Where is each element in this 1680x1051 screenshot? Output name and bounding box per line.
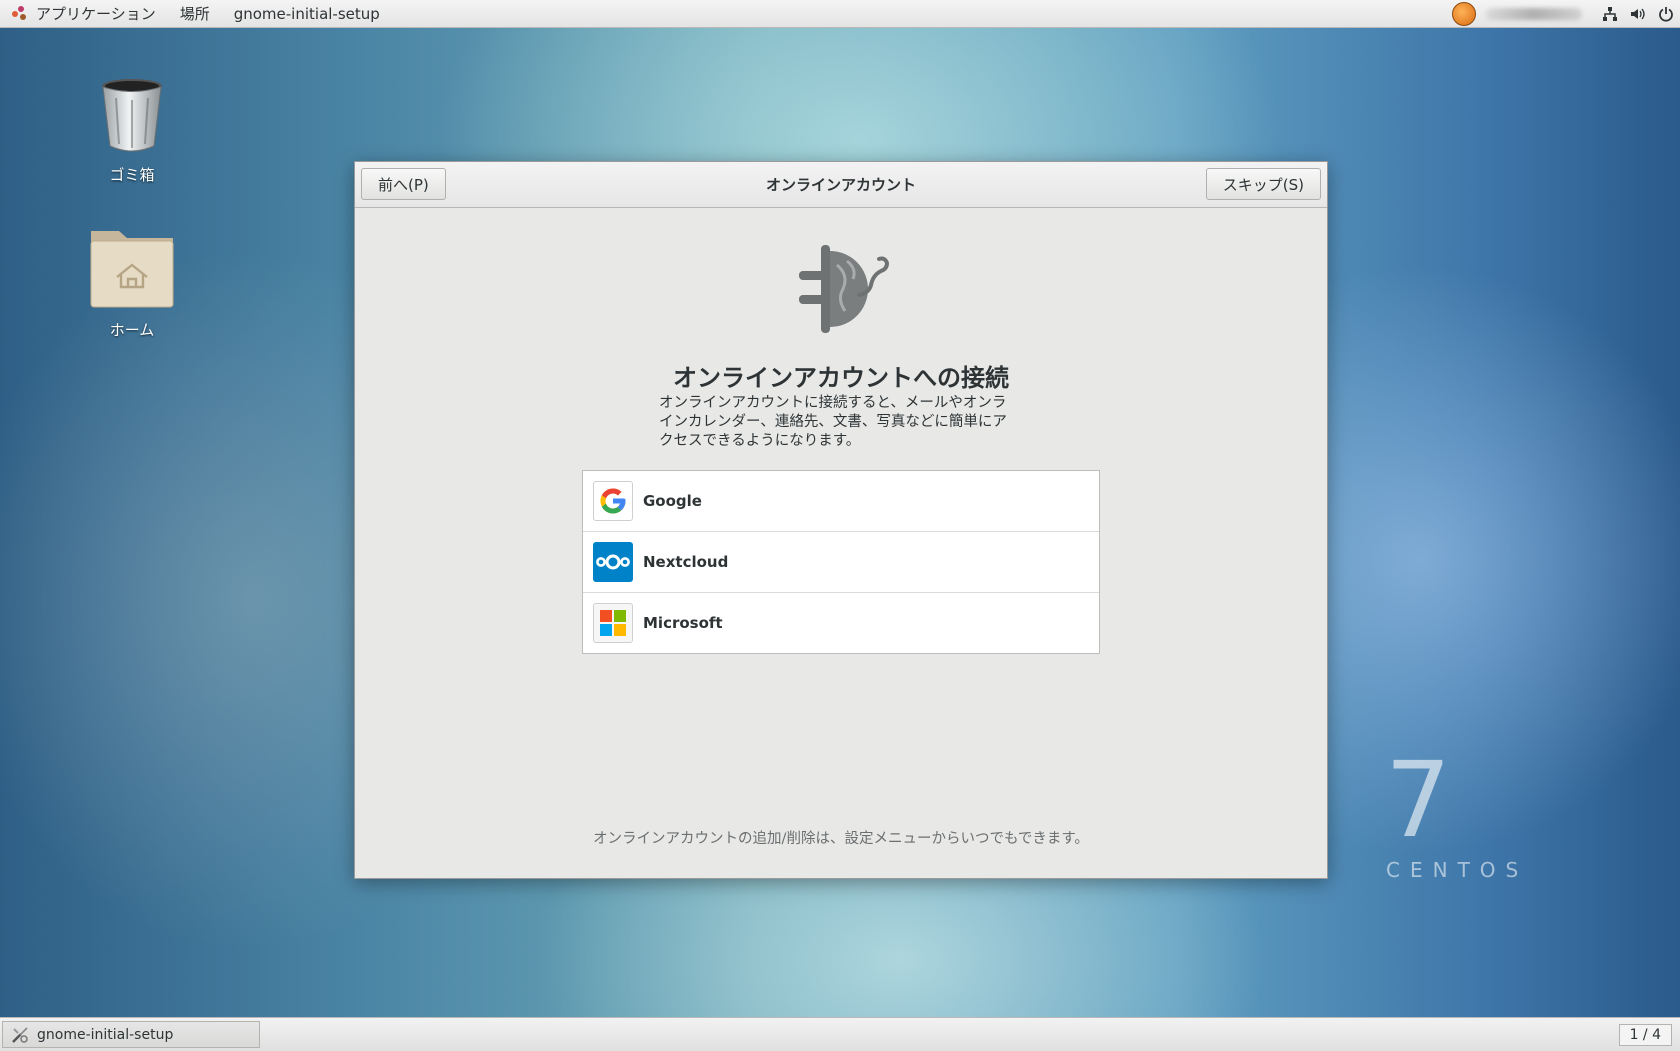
taskbar-window-label: gnome-initial-setup <box>37 1026 174 1043</box>
taskbar-window-button[interactable]: gnome-initial-setup <box>2 1021 260 1048</box>
description-line: インカレンダー、連絡先、文書、写真などに簡単にア <box>659 414 1007 430</box>
setup-tools-icon <box>12 1026 28 1043</box>
desktop-trash[interactable]: ゴミ箱 <box>77 78 187 185</box>
places-menu[interactable]: 場所 <box>168 0 222 27</box>
description-line: オンラインアカウントに接続すると、メールやオンラ <box>659 395 1007 411</box>
page-description: オンラインアカウントに接続すると、メールやオンラ インカレンダー、連絡先、文書、… <box>659 394 1029 451</box>
initial-setup-dialog: 前へ(P) オンラインアカウント スキップ(S) オンラインアカウントへの接続 … <box>354 161 1328 879</box>
microsoft-icon <box>593 603 633 643</box>
places-menu-label: 場所 <box>179 5 210 23</box>
nextcloud-icon <box>593 542 633 582</box>
applications-menu-label: アプリケーション <box>36 5 156 23</box>
google-icon <box>593 481 633 521</box>
account-label: Microsoft <box>643 614 723 632</box>
account-row-nextcloud[interactable]: Nextcloud <box>583 532 1099 593</box>
home-label: ホーム <box>109 321 155 339</box>
power-icon[interactable] <box>1652 0 1680 27</box>
home-folder-icon <box>77 225 187 313</box>
bottom-panel: gnome-initial-setup 1 / 4 <box>0 1017 1680 1051</box>
account-label: Nextcloud <box>643 553 729 571</box>
page-heading: オンラインアカウントへの接続 <box>673 364 1009 392</box>
account-label: Google <box>643 492 702 510</box>
centos-brand-watermark: CENTOS <box>1386 858 1529 882</box>
account-row-google[interactable]: Google <box>583 471 1099 532</box>
user-name-blurred[interactable] <box>1486 7 1582 20</box>
online-accounts-hero <box>355 245 1327 337</box>
app-menu[interactable]: gnome-initial-setup <box>222 0 392 27</box>
workspace-indicator[interactable]: 1 / 4 <box>1618 1024 1672 1046</box>
user-avatar-icon[interactable] <box>1452 1 1476 26</box>
settings-footnote: オンラインアカウントの追加/削除は、設定メニューからいつでもできます。 <box>593 831 1089 847</box>
desktop-home[interactable]: ホーム <box>77 225 187 340</box>
trash-label: ゴミ箱 <box>109 166 155 184</box>
description-line: クセスできるようになります。 <box>659 433 861 449</box>
dialog-header: 前へ(P) オンラインアカウント スキップ(S) <box>355 162 1327 208</box>
previous-button[interactable]: 前へ(P) <box>361 168 446 200</box>
account-row-microsoft[interactable]: Microsoft <box>583 593 1099 653</box>
dialog-title: オンラインアカウント <box>765 176 916 194</box>
top-panel: アプリケーション 場所 gnome-initial-setup <box>0 0 1680 28</box>
system-tray <box>1452 0 1680 27</box>
centos-version-watermark: 7 <box>1385 739 1452 861</box>
volume-icon[interactable] <box>1624 0 1652 27</box>
applications-menu[interactable]: アプリケーション <box>0 0 168 27</box>
app-menu-label: gnome-initial-setup <box>233 4 380 23</box>
online-accounts-plug-icon <box>799 245 890 333</box>
network-icon[interactable] <box>1596 0 1624 27</box>
accounts-list: Google Nextcloud Microsoft <box>582 470 1100 654</box>
trash-icon <box>77 78 187 158</box>
gnome-foot-icon <box>12 5 28 22</box>
skip-button[interactable]: スキップ(S) <box>1205 168 1321 200</box>
